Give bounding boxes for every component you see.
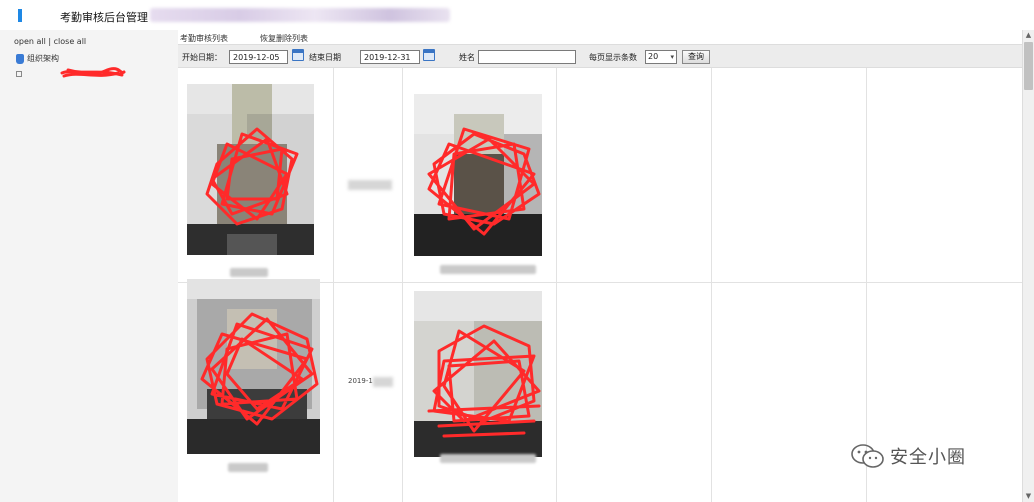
column-divider [402, 68, 403, 502]
start-date-label: 开始日期： [182, 53, 222, 62]
vertical-scrollbar[interactable]: ▲ ▼ [1022, 30, 1034, 502]
blurred-header-text [150, 8, 450, 22]
watermark: 安全小圈 [850, 443, 966, 469]
column-divider [556, 68, 557, 502]
blurred-caption [228, 463, 268, 472]
chevron-down-icon: ▾ [670, 53, 674, 61]
toggle-separator: | [48, 37, 52, 46]
tree-toggle-links: open all | close all [14, 37, 86, 46]
redaction-scribble [200, 312, 319, 426]
filter-bar: 开始日期： 结束日期 姓名 每页显示条数 20 ▾ 查询 [178, 44, 1022, 68]
name-label: 姓名 [459, 53, 475, 62]
scroll-down-icon[interactable]: ▼ [1023, 491, 1034, 502]
tree-subitem[interactable] [16, 71, 25, 77]
tree-item-org[interactable]: 组织架构 [16, 53, 59, 64]
header-accent-bar [18, 9, 22, 22]
tab-bar: 考勤审核列表 恢复删除列表 [178, 30, 1022, 44]
page-size-label: 每页显示条数 [589, 53, 637, 62]
redaction-scribble [205, 127, 299, 226]
page-size-value: 20 [648, 52, 659, 61]
tab-restore-deleted[interactable]: 恢复删除列表 [260, 33, 308, 44]
blurred-caption [440, 454, 536, 463]
calendar-icon[interactable] [423, 49, 435, 61]
redaction-scribble [427, 127, 541, 236]
watermark-text: 安全小圈 [890, 447, 966, 468]
user-icon [16, 53, 24, 64]
column-divider [711, 68, 712, 502]
attendance-photo[interactable] [414, 291, 542, 457]
query-button[interactable]: 查询 [682, 50, 710, 64]
sidebar: open all | close all 组织架构 [0, 30, 178, 502]
redaction-scribble [427, 324, 541, 438]
open-all-link[interactable]: open all [14, 37, 46, 46]
column-divider [333, 68, 334, 502]
tree-item-org-label: 组织架构 [27, 54, 59, 63]
blurred-caption [230, 268, 268, 277]
name-input[interactable] [478, 50, 576, 64]
page-title: 考勤审核后台管理 [60, 11, 148, 24]
blurred-caption [440, 265, 536, 274]
attendance-photo[interactable] [187, 84, 314, 255]
blurred-cell-text [373, 377, 393, 387]
record-grid: 2019-1 [178, 68, 1022, 502]
end-date-input[interactable] [360, 50, 420, 64]
attendance-photo[interactable] [187, 279, 320, 454]
redaction-scribble [60, 67, 126, 78]
record-date-text: 2019-1 [348, 377, 373, 385]
tab-attendance-review[interactable]: 考勤审核列表 [180, 33, 228, 44]
attendance-photo[interactable] [414, 94, 542, 256]
close-all-link[interactable]: close all [54, 37, 87, 46]
plus-icon[interactable] [16, 71, 22, 77]
end-date-label: 结束日期 [309, 53, 341, 62]
calendar-icon[interactable] [292, 49, 304, 61]
header: 考勤审核后台管理 [0, 0, 1034, 30]
wechat-icon [851, 444, 884, 468]
scroll-up-icon[interactable]: ▲ [1023, 30, 1034, 41]
blurred-cell-text [348, 180, 392, 190]
column-divider [866, 68, 867, 502]
start-date-input[interactable] [229, 50, 288, 64]
page-size-select[interactable]: 20 ▾ [645, 50, 677, 64]
scroll-thumb[interactable] [1024, 42, 1033, 90]
